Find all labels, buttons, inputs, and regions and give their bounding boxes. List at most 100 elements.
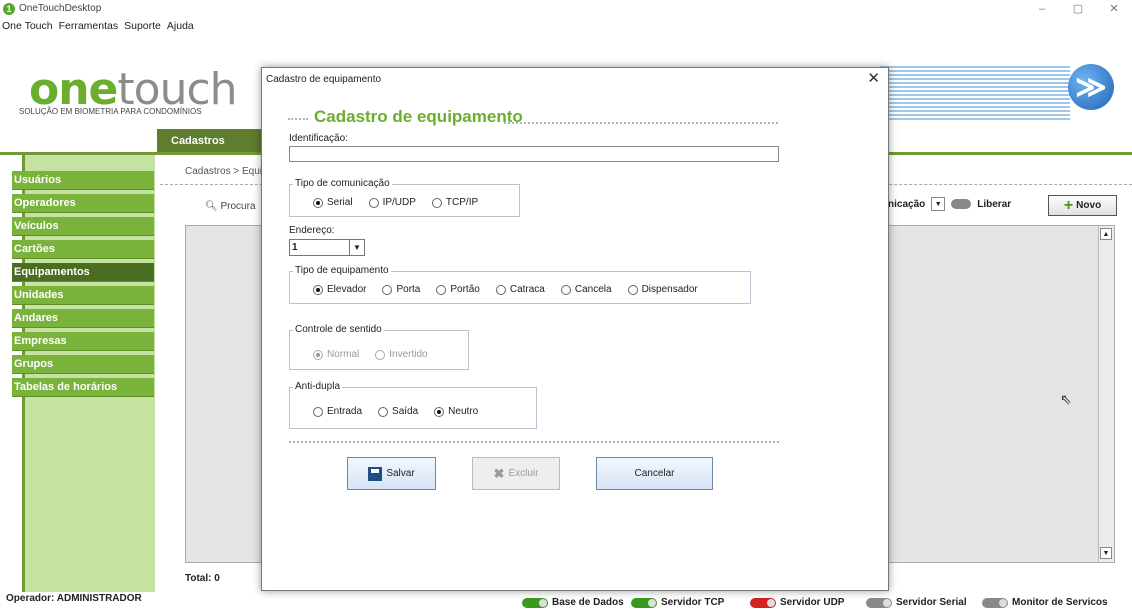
- heading-dots: [288, 118, 308, 120]
- radio-ip-udp[interactable]: IP/UDP: [368, 197, 416, 208]
- search-icon: 🔍︎: [205, 201, 218, 212]
- footer-dots: [289, 441, 779, 443]
- radio-checked-icon: [313, 284, 323, 295]
- sidebar-item-empresas[interactable]: Empresas: [12, 332, 154, 351]
- status-base-de-dados: Base de Dados: [522, 597, 624, 608]
- close-icon[interactable]: ✕: [867, 69, 880, 87]
- radio-unchecked-icon: [378, 406, 389, 417]
- status-toggle-icon: [522, 597, 548, 608]
- dialog-heading: Cadastro de equipamento: [314, 107, 523, 126]
- app-icon: 1: [3, 2, 15, 15]
- radio-unchecked-icon: [495, 284, 506, 295]
- operator-label: Operador: ADMINISTRADOR: [6, 593, 142, 604]
- radio-unchecked-icon: [436, 284, 447, 295]
- liberar-label[interactable]: Liberar: [977, 199, 1011, 210]
- sidebar-item-usuarios[interactable]: Usuários: [12, 171, 154, 190]
- x-icon: ✖: [493, 465, 505, 481]
- status-toggle-icon: [631, 597, 657, 608]
- menu-ferramentas[interactable]: Ferramentas: [59, 20, 119, 32]
- radio-checked-icon: [313, 197, 323, 208]
- window-title: OneTouchDesktop: [19, 3, 102, 14]
- radio-serial[interactable]: Serial: [313, 197, 353, 208]
- radio-unchecked-icon: [431, 197, 442, 208]
- chevron-down-icon[interactable]: ▼: [349, 240, 364, 255]
- sidebar-item-andares[interactable]: Andares: [12, 309, 154, 328]
- radio-checked-icon: [434, 406, 445, 417]
- equipamento-group: Tipo de equipamento Elevador Porta Portã…: [289, 265, 751, 304]
- sidebar-item-operadores[interactable]: Operadores: [12, 194, 154, 213]
- onetouch-logo: onetouch: [29, 64, 238, 115]
- dialog-title: Cadastro de equipamento: [266, 74, 382, 85]
- search-button[interactable]: 🔍︎ Procura: [205, 201, 256, 212]
- menu-suporte[interactable]: Suporte: [124, 20, 161, 32]
- mouse-cursor-icon: ⇖: [1060, 391, 1072, 407]
- scroll-down-icon[interactable]: ▼: [1100, 547, 1112, 559]
- comunicacao-title: Tipo de comunicação: [293, 178, 392, 189]
- sidebar-item-unidades[interactable]: Unidades: [12, 286, 154, 305]
- plus-icon: +: [1063, 196, 1074, 214]
- status-servidor-tcp: Servidor TCP: [631, 597, 724, 608]
- sidebar-item-grupos[interactable]: Grupos: [12, 355, 154, 374]
- status-servidor-serial: Servidor Serial: [866, 597, 967, 608]
- comunicacao-group: Tipo de comunicação Serial IP/UDP TCP/IP: [289, 178, 520, 217]
- menu-ajuda[interactable]: Ajuda: [167, 20, 194, 32]
- status-toggle-icon: [982, 597, 1008, 608]
- floppy-disk-icon: [368, 466, 383, 481]
- sidebar-item-tabelas-de-horarios[interactable]: Tabelas de horários: [12, 378, 154, 397]
- identificacao-input[interactable]: [289, 146, 779, 162]
- status-toggle-icon: [750, 597, 776, 608]
- radio-cancela[interactable]: Cancela: [560, 284, 612, 295]
- radio-unchecked-icon: [368, 197, 379, 208]
- radio-unchecked-icon: [382, 284, 393, 295]
- list-scrollbar[interactable]: [1098, 226, 1114, 562]
- cancel-button[interactable]: Cancelar: [596, 457, 713, 490]
- cadastro-equipamento-dialog: Cadastro de equipamento ✕ Cadastro de eq…: [261, 67, 889, 591]
- equipamento-title: Tipo de equipamento: [293, 265, 391, 276]
- radio-saida[interactable]: Saída: [378, 406, 418, 417]
- menu-bar: One Touch Ferramentas Suporte Ajuda: [0, 17, 1132, 34]
- breadcrumb: Cadastros > Equi: [185, 166, 262, 177]
- radio-normal[interactable]: Normal: [313, 349, 359, 360]
- radio-invertido[interactable]: Invertido: [375, 349, 428, 360]
- radio-dispensador[interactable]: Dispensador: [627, 284, 698, 295]
- radio-neutro[interactable]: Neutro: [434, 406, 478, 417]
- radio-unchecked-icon: [313, 406, 323, 417]
- endereco-select[interactable]: 1 ▼: [289, 239, 365, 256]
- header-stripes: [880, 66, 1070, 122]
- antidupla-group: Anti-dupla Entrada Saída Neutro: [289, 381, 537, 429]
- heading-dots: [504, 122, 778, 124]
- tab-cadastros[interactable]: Cadastros: [157, 129, 263, 152]
- radio-checked-icon: [313, 349, 323, 360]
- comm-filter-combo[interactable]: nicação: [888, 199, 925, 210]
- radio-elevador[interactable]: Elevador: [313, 284, 366, 295]
- novo-button[interactable]: + Novo: [1048, 195, 1117, 216]
- radio-portao[interactable]: Portão: [436, 284, 480, 295]
- chevron-down-icon[interactable]: ▼: [931, 197, 946, 211]
- status-monitor-de-servicos: Monitor de Servicos: [982, 597, 1108, 608]
- minimize-button[interactable]: –: [1024, 0, 1060, 17]
- antidupla-title: Anti-dupla: [293, 381, 343, 392]
- logo-tagline: SOLUÇÃO EM BIOMETRIA PARA CONDOMÍNIOS: [19, 107, 202, 116]
- endereco-label: Endereço:: [289, 225, 335, 236]
- radio-tcp-ip[interactable]: TCP/IP: [431, 197, 478, 208]
- sentido-title: Controle de sentido: [293, 324, 384, 335]
- radio-entrada[interactable]: Entrada: [313, 406, 362, 417]
- menu-one-touch[interactable]: One Touch: [2, 20, 53, 32]
- globe-icon: ≫: [1068, 64, 1114, 110]
- liberar-toggle-icon[interactable]: [951, 199, 972, 209]
- save-button[interactable]: Salvar: [347, 457, 436, 490]
- delete-button[interactable]: ✖ Excluir: [472, 457, 560, 490]
- sidebar-item-cartoes[interactable]: Cartões: [12, 240, 154, 259]
- scroll-up-icon[interactable]: ▲: [1100, 228, 1112, 240]
- radio-catraca[interactable]: Catraca: [495, 284, 545, 295]
- sidebar-item-equipamentos[interactable]: Equipamentos: [12, 263, 154, 282]
- restore-button[interactable]: ▢: [1060, 0, 1096, 17]
- close-window-button[interactable]: ✕: [1096, 0, 1132, 17]
- status-servidor-udp: Servidor UDP: [750, 597, 844, 608]
- sentido-group: Controle de sentido Normal Invertido: [289, 324, 469, 370]
- radio-unchecked-icon: [560, 284, 571, 295]
- radio-unchecked-icon: [375, 349, 386, 360]
- radio-porta[interactable]: Porta: [382, 284, 420, 295]
- sidebar-item-veiculos[interactable]: Veículos: [12, 217, 154, 236]
- status-toggle-icon: [866, 597, 892, 608]
